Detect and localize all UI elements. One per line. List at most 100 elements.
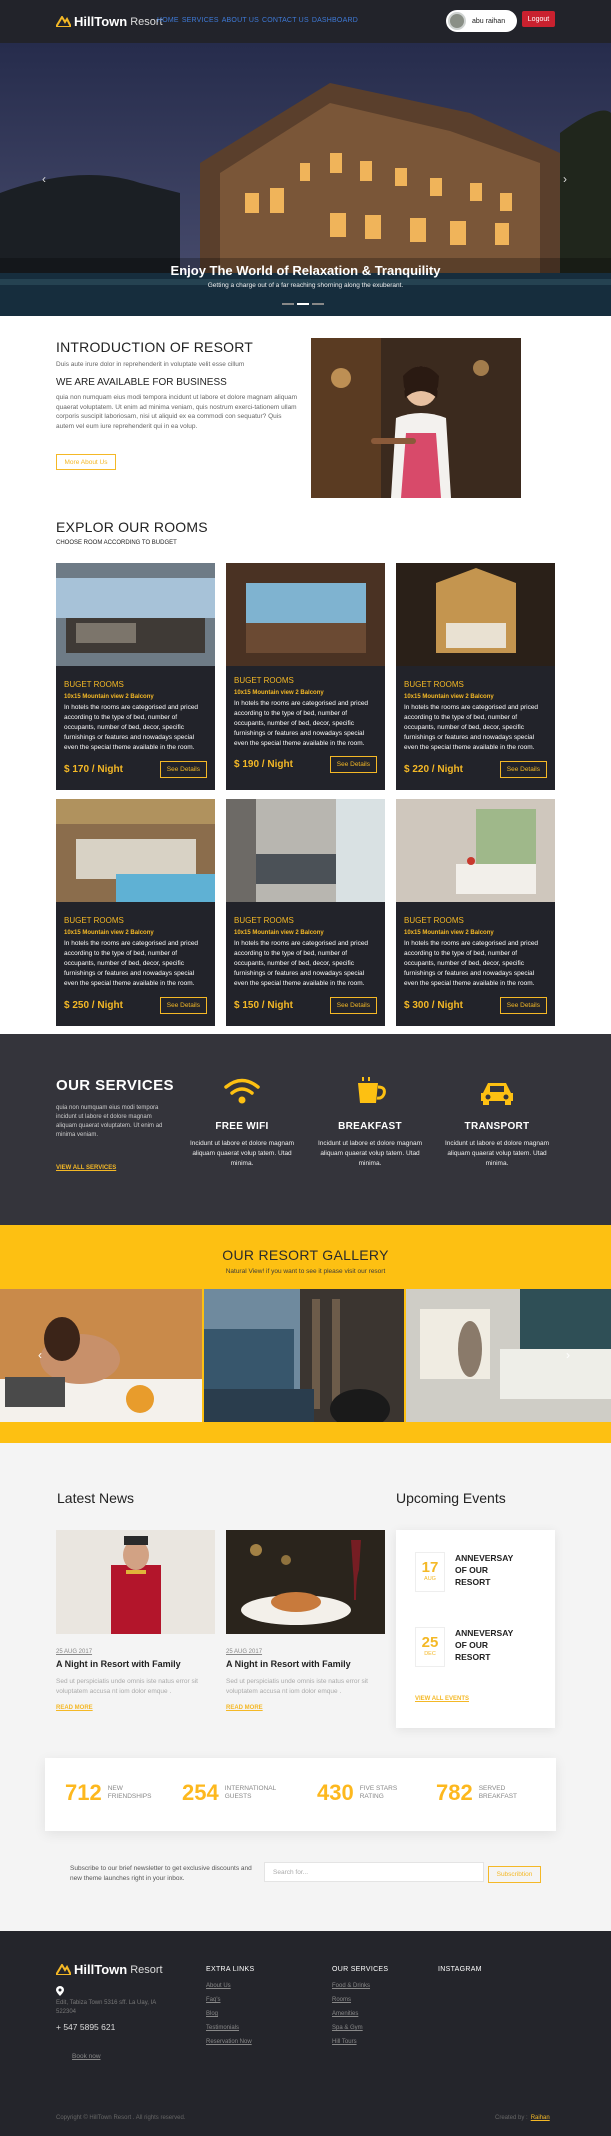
stat-label: SERVED BREAKFAST xyxy=(478,1785,518,1800)
event-text: ANNEVERSAY OF OUR RESORT xyxy=(455,1553,514,1587)
see-details-button[interactable]: See Details xyxy=(329,756,377,773)
footer-brand-name: HillTown xyxy=(74,1962,128,1977)
service-desc: Incidunt ut labore et dolore magnam aliq… xyxy=(189,1140,295,1167)
intro-image xyxy=(311,338,521,498)
credit-link[interactable]: Raihan xyxy=(531,2115,550,2121)
see-details-button[interactable]: See Details xyxy=(159,997,207,1014)
intro-subtitle: WE ARE AVAILABLE FOR BUSINESS xyxy=(56,377,227,388)
read-more-link[interactable]: READ MORE xyxy=(226,1705,385,1711)
room-name: BUGET ROOMS xyxy=(404,680,464,689)
services-body: quia non numquam eius modi tempora incid… xyxy=(56,1105,163,1138)
more-about-button[interactable]: More About Us xyxy=(56,454,116,470)
hero-subtitle: Getting a charge out of a far reaching s… xyxy=(207,282,404,289)
footer-link[interactable]: Blog xyxy=(206,2011,254,2017)
footer-link[interactable]: Food & Drinks xyxy=(332,1983,388,1989)
stat-label: INTERNATIONAL GUESTS xyxy=(224,1785,277,1800)
nav-link-home[interactable]: HOME xyxy=(157,17,179,24)
room-image xyxy=(226,799,385,902)
footer-col-title: INSTAGRAM xyxy=(438,1966,482,1973)
stat-value: 430 xyxy=(317,1780,354,1805)
brand-logo[interactable]: HillTown Resort xyxy=(56,14,163,29)
footer-instagram: INSTAGRAM xyxy=(438,1966,482,1973)
see-details-button[interactable]: See Details xyxy=(499,997,547,1014)
stat-item: 712 NEW FRIENDSHIPS xyxy=(65,1780,168,1806)
slider-dots xyxy=(282,303,324,305)
room-name: BUGET ROOMS xyxy=(404,916,464,925)
nav-links: HOME SERVICES ABOUT US CONTACT US DASHBO… xyxy=(157,17,358,24)
location-pin-icon xyxy=(56,1986,64,1996)
book-now-link[interactable]: Book now xyxy=(72,2053,101,2060)
room-image xyxy=(396,563,555,666)
room-card: BUGET ROOMS 10x15 Mountain view 2 Balcon… xyxy=(56,799,215,1026)
see-details-button[interactable]: See Details xyxy=(159,761,207,778)
rooms-subtitle: CHOOSE ROOM ACCORDING TO BUDGET xyxy=(56,540,177,546)
event-item[interactable]: 25 DEC ANNEVERSAY OF OUR RESORT xyxy=(415,1627,525,1667)
gallery-prev-icon[interactable]: ‹ xyxy=(38,1348,42,1362)
chevron-left-icon[interactable]: ‹ xyxy=(42,172,46,186)
logo-mountain-icon xyxy=(56,16,71,27)
gallery-subtitle: Natural View! if you want to see it plea… xyxy=(225,1268,386,1275)
room-desc: In hotels the rooms are categorised and … xyxy=(64,704,199,751)
stat-item: 254 INTERNATIONAL GUESTS xyxy=(182,1780,285,1806)
service-title: FREE WIFI xyxy=(215,1121,269,1132)
news-image xyxy=(56,1530,215,1634)
footer-link[interactable]: Rooms xyxy=(332,1997,388,2003)
footer-link[interactable]: Hill Tours xyxy=(332,2039,388,2045)
slider-dot-active[interactable] xyxy=(297,303,309,305)
room-desc: In hotels the rooms are categorised and … xyxy=(234,700,369,747)
event-item[interactable]: 17 AUG ANNEVERSAY OF OUR RESORT xyxy=(415,1552,525,1592)
gallery-image-2 xyxy=(204,1289,404,1422)
service-item: BREAKFAST Incidunt ut labore et dolore m… xyxy=(315,1077,425,1169)
footer-link[interactable]: About Us xyxy=(206,1983,254,1989)
news-headline[interactable]: A Night in Resort with Family xyxy=(56,1659,215,1669)
news-date: 25 AUG 2017 xyxy=(56,1649,93,1655)
read-more-link[interactable]: READ MORE xyxy=(56,1705,215,1711)
stat-label: NEW FRIENDSHIPS xyxy=(107,1785,152,1800)
footer-link[interactable]: Faq's xyxy=(206,1997,254,2003)
nav-link-about[interactable]: ABOUT US xyxy=(222,17,259,24)
see-details-button[interactable]: See Details xyxy=(499,761,547,778)
see-details-button[interactable]: See Details xyxy=(329,997,377,1014)
room-card: BUGET ROOMS 10x15 Mountain view 2 Balcon… xyxy=(226,563,385,790)
footer-link[interactable]: Reservation Now xyxy=(206,2039,254,2045)
car-icon xyxy=(481,1083,513,1105)
service-title: TRANSPORT xyxy=(464,1121,530,1132)
slider-dot[interactable] xyxy=(282,303,294,305)
user-chip[interactable]: abu raihan xyxy=(446,10,517,32)
footer-link[interactable]: Spa & Gym xyxy=(332,2025,388,2031)
news-headline[interactable]: A Night in Resort with Family xyxy=(226,1659,385,1669)
gallery-title: OUR RESORT GALLERY xyxy=(222,1247,389,1263)
nav-link-services[interactable]: SERVICES xyxy=(182,17,219,24)
room-price: $ 150 / Night xyxy=(234,1000,293,1011)
intro-tagline: Duis aute irure dolor in reprehenderit i… xyxy=(56,361,245,368)
room-image xyxy=(226,563,385,666)
footer-col-title: OUR SERVICES xyxy=(332,1966,389,1973)
room-price: $ 190 / Night xyxy=(234,759,293,770)
room-spec: 10x15 Mountain view 2 Balcony xyxy=(404,930,494,936)
stat-item: 430 FIVE STARS RATING xyxy=(317,1780,410,1806)
nav-link-dashboard[interactable]: DASHBOARD xyxy=(312,17,358,24)
events-card: 17 AUG ANNEVERSAY OF OUR RESORT 25 DEC ANN… xyxy=(396,1530,555,1728)
view-all-services-link[interactable]: VIEW ALL SERVICES xyxy=(56,1165,116,1171)
newsletter-text: Subscribe to our brief newsletter to get… xyxy=(70,1865,252,1882)
news-date: 25 AUG 2017 xyxy=(226,1649,263,1655)
news-card: 25 AUG 2017 A Night in Resort with Famil… xyxy=(56,1530,215,1711)
footer-link[interactable]: Amenities xyxy=(332,2011,388,2017)
rooms-title: EXPLOR OUR ROOMS xyxy=(56,519,208,535)
footer-link[interactable]: Testimonials xyxy=(206,2025,254,2031)
nav-link-contact[interactable]: CONTACT US xyxy=(262,17,309,24)
footer-logo[interactable]: HillTown Resort xyxy=(56,1962,163,1977)
coffee-icon xyxy=(358,1077,386,1103)
service-desc: Incidunt ut labore et dolore magnam aliq… xyxy=(317,1140,423,1167)
avatar xyxy=(448,12,466,30)
chevron-right-icon[interactable]: › xyxy=(563,172,567,186)
room-price: $ 170 / Night xyxy=(64,764,123,775)
room-desc: In hotels the rooms are categorised and … xyxy=(64,940,199,987)
slider-dot[interactable] xyxy=(312,303,324,305)
newsletter-input[interactable]: Search for... xyxy=(264,1862,484,1882)
stat-item: 782 SERVED BREAKFAST xyxy=(436,1780,534,1806)
view-all-events-link[interactable]: VIEW ALL EVENTS xyxy=(415,1696,469,1702)
subscribe-button[interactable]: Subscribtion xyxy=(488,1866,541,1883)
gallery-next-icon[interactable]: › xyxy=(566,1348,570,1362)
logout-button[interactable]: Logout xyxy=(522,11,555,27)
